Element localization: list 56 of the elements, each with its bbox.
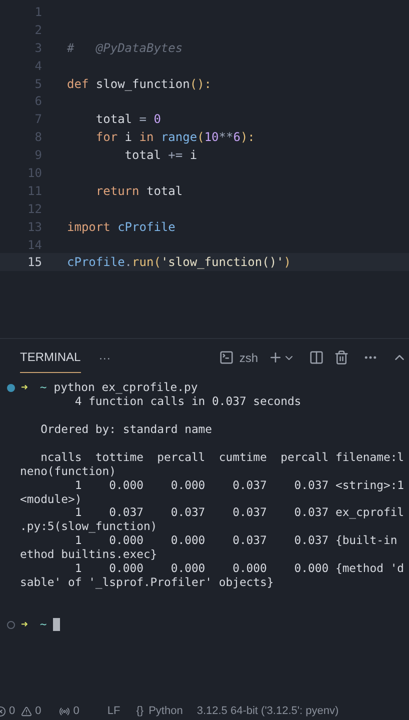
code-line: def slow_function(): [67,76,212,93]
line-number: 7 [34,111,42,128]
line-number: 10 [26,164,42,182]
line-number: 3 [34,40,42,57]
more-views-button[interactable]: ··· [98,348,111,366]
line-number: 8 [34,129,42,146]
line-number: 1 [34,4,42,21]
error-count[interactable]: 0 [9,702,16,720]
warning-icon[interactable] [21,706,32,716]
terminal-tab[interactable]: TERMINAL [20,342,81,373]
line-number: 12 [26,200,42,218]
code-line: for i in range(10**6): [94,129,255,146]
language-mode[interactable]: Python [148,702,183,720]
antenna-icon[interactable] [59,706,70,716]
terminal-output: .py:5(slow_function) [19,520,158,534]
terminal-output: sable' of '_lsprof.Profiler' objects} [19,576,274,590]
ports-count[interactable]: 0 [73,702,80,720]
terminal-output: 4 function calls in 0.037 seconds [74,395,302,409]
line-number: 9 [34,147,42,164]
terminal-output: neno(function) [19,464,116,479]
terminal-output: Ordered by: standard name [40,422,212,437]
code-line: cProfile.run('slow_function()') [67,254,292,272]
line-number: 6 [34,93,42,110]
terminal-output: <module>) [19,492,82,506]
trash-icon[interactable] [334,350,349,365]
command-text: python ex_cprofile.py [54,381,198,395]
code-line: # @PyDataBytes [67,40,183,57]
warning-count[interactable]: 0 [35,702,42,720]
prompt-directory: ~ [40,381,47,395]
prompt-directory: ~ [40,618,47,632]
interpreter-version[interactable]: 3.12.5 64-bit ('3.12.5': pyenv) [196,702,339,720]
shell-name[interactable]: zsh [239,348,258,366]
new-terminal-icon[interactable] [268,350,283,365]
terminal-output: ethod builtins.exec} [19,548,158,562]
line-number: 11 [26,182,42,200]
code-line: total += i [124,147,198,164]
terminal-output: 1 0.000 0.000 0.037 0.037 <string>:1 [74,478,404,493]
terminal-icon [219,350,234,365]
terminal-output: 1 0.000 0.000 0.037 0.037 {built-in [74,534,398,548]
code-line: import cProfile [67,218,176,236]
line-number: 14 [26,236,42,254]
line-number: 5 [34,76,42,93]
line-number: 13 [26,218,42,236]
prompt-arrow: ➜ [21,381,28,395]
code-line: total = 0 [94,111,161,128]
line-number: 2 [34,22,42,39]
language-icon[interactable]: {} [136,702,144,720]
terminal-output: ncalls tottime percall cumtime percall filename:l [40,450,404,465]
terminal-output: 1 0.000 0.000 0.000 0.000 {method 'd [74,562,404,576]
prompt-arrow: ➜ [21,618,28,632]
code-line: return total [94,182,183,200]
line-number: 4 [34,58,42,75]
line-ending[interactable]: LF [107,702,120,720]
split-icon[interactable] [309,350,324,365]
terminal-output: 1 0.037 0.037 0.037 0.037 ex_cprofil [74,506,404,520]
line-number: 15 [26,254,42,272]
